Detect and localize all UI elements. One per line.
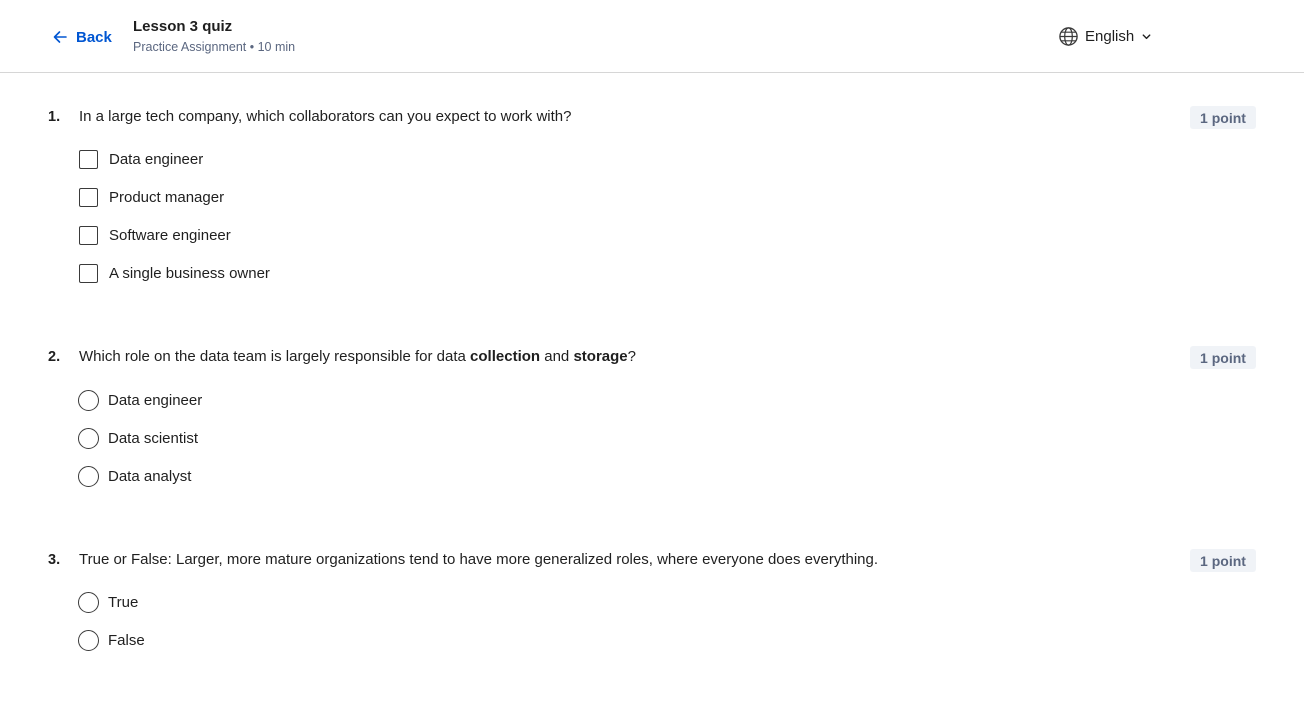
option-label: Data scientist	[108, 429, 199, 447]
option-radio[interactable]: Data engineer	[78, 389, 202, 411]
radio-button[interactable]	[78, 629, 99, 651]
question-number: 3.	[48, 552, 61, 568]
page-subtitle: Practice Assignment • 10 min	[133, 40, 296, 54]
option-label: Product manager	[109, 188, 225, 206]
question-text-bold: storage	[573, 348, 628, 365]
chevron-down-icon	[1142, 33, 1151, 39]
option-radio[interactable]: True	[78, 591, 138, 613]
radio-button[interactable]	[78, 465, 99, 487]
language-selector[interactable]: English	[1058, 24, 1152, 48]
option-radio[interactable]: False	[78, 629, 145, 651]
checkbox[interactable]	[79, 149, 98, 169]
option-label: False	[108, 631, 145, 649]
points-badge: 1 point	[1190, 549, 1256, 572]
option-label: Data analyst	[108, 467, 192, 485]
option-checkbox[interactable]: Software engineer	[78, 224, 231, 246]
option-checkbox[interactable]: A single business owner	[78, 262, 270, 284]
option-radio[interactable]: Data scientist	[78, 427, 198, 449]
question-text-part: Which role on the data team is largely r…	[79, 348, 471, 365]
back-button[interactable]: Back	[52, 24, 112, 50]
option-radio[interactable]: Data analyst	[78, 465, 191, 487]
question-text-part: ?	[627, 348, 636, 365]
back-label: Back	[76, 28, 112, 46]
option-label: Data engineer	[108, 391, 203, 409]
question-text: True or False: Larger, more mature organ…	[79, 551, 879, 568]
page-title: Lesson 3 quiz	[133, 18, 233, 35]
option-label: Software engineer	[109, 226, 231, 244]
points-badge: 1 point	[1190, 106, 1256, 129]
page-header: Back Lesson 3 quiz Practice Assignment •…	[0, 0, 1304, 73]
option-checkbox[interactable]: Product manager	[78, 186, 224, 208]
option-label: A single business owner	[109, 264, 270, 282]
question-text: In a large tech company, which collabora…	[79, 108, 572, 125]
option-label: Data engineer	[109, 150, 204, 168]
question-text-part: and	[540, 348, 574, 365]
globe-icon	[1059, 26, 1078, 46]
language-label: English	[1085, 27, 1135, 45]
checkbox[interactable]	[79, 263, 98, 283]
option-label: True	[108, 593, 139, 611]
arrow-left-icon	[53, 31, 67, 43]
question-number: 2.	[48, 349, 61, 365]
radio-button[interactable]	[78, 591, 99, 613]
checkbox[interactable]	[79, 187, 98, 207]
question-text: Which role on the data team is largely r…	[79, 347, 636, 367]
question-number: 1.	[48, 109, 61, 125]
checkbox[interactable]	[79, 225, 98, 245]
points-badge: 1 point	[1190, 346, 1256, 369]
radio-button[interactable]	[78, 389, 99, 411]
option-checkbox[interactable]: Data engineer	[78, 148, 203, 170]
radio-button[interactable]	[78, 427, 99, 449]
question-text-bold: collection	[470, 348, 541, 365]
assignment-title-block: Lesson 3 quiz Practice Assignment • 10 m…	[133, 17, 295, 56]
